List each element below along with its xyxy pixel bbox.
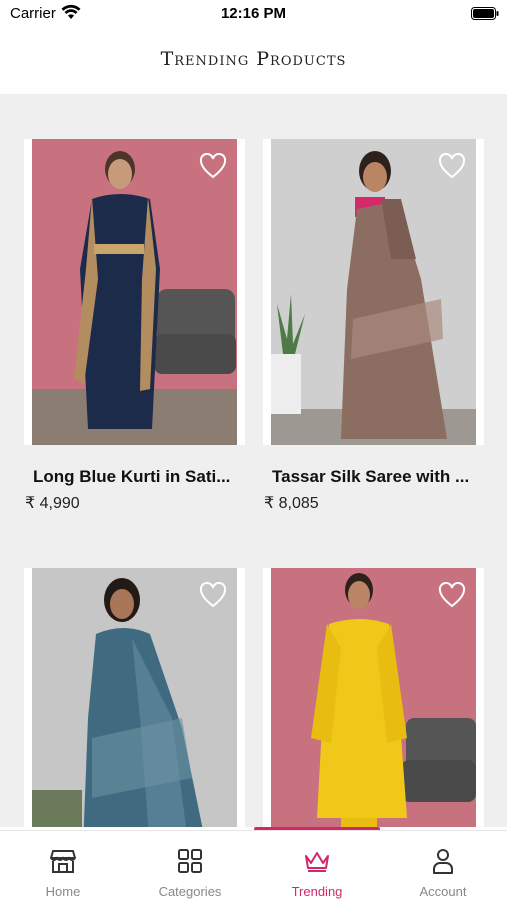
product-image-frame xyxy=(24,568,245,827)
product-name[interactable]: Long Blue Kurti in Sati... xyxy=(33,467,245,487)
product-price: ₹ 4,990 xyxy=(25,495,80,512)
tab-label: Trending xyxy=(291,884,343,899)
clock: 12:16 PM xyxy=(220,5,287,22)
heart-icon[interactable] xyxy=(199,153,227,179)
tab-account[interactable]: Account xyxy=(380,831,506,900)
grid-icon xyxy=(178,849,202,873)
product-image-frame xyxy=(24,139,245,445)
tab-label: Home xyxy=(45,884,81,899)
tab-label: Account xyxy=(419,884,467,899)
heart-icon[interactable] xyxy=(438,582,466,608)
product-image[interactable] xyxy=(32,139,237,445)
product-name[interactable]: Tassar Silk Saree with ... xyxy=(272,467,484,487)
heart-icon[interactable] xyxy=(438,153,466,179)
tab-label: Categories xyxy=(158,884,222,899)
tab-trending[interactable]: Trending xyxy=(254,831,380,900)
product-price: ₹ 8,085 xyxy=(264,495,319,512)
heart-icon[interactable] xyxy=(199,582,227,608)
product-image[interactable] xyxy=(271,139,476,445)
store-icon xyxy=(50,850,76,873)
crown-icon xyxy=(305,852,329,872)
battery-icon xyxy=(471,7,499,20)
product-image-frame xyxy=(263,568,484,827)
page-title: Trending Products xyxy=(160,48,347,70)
product-grid: Long Blue Kurti in Sati... ₹ 4,990 Tassa… xyxy=(0,94,507,827)
product-image-frame xyxy=(263,139,484,445)
tab-bar: Home Categories Trending Account xyxy=(0,830,507,900)
tab-home[interactable]: Home xyxy=(0,831,126,900)
tab-categories[interactable]: Categories xyxy=(127,831,253,900)
person-icon xyxy=(433,849,453,874)
status-bar: Carrier 12:16 PM xyxy=(0,0,507,30)
